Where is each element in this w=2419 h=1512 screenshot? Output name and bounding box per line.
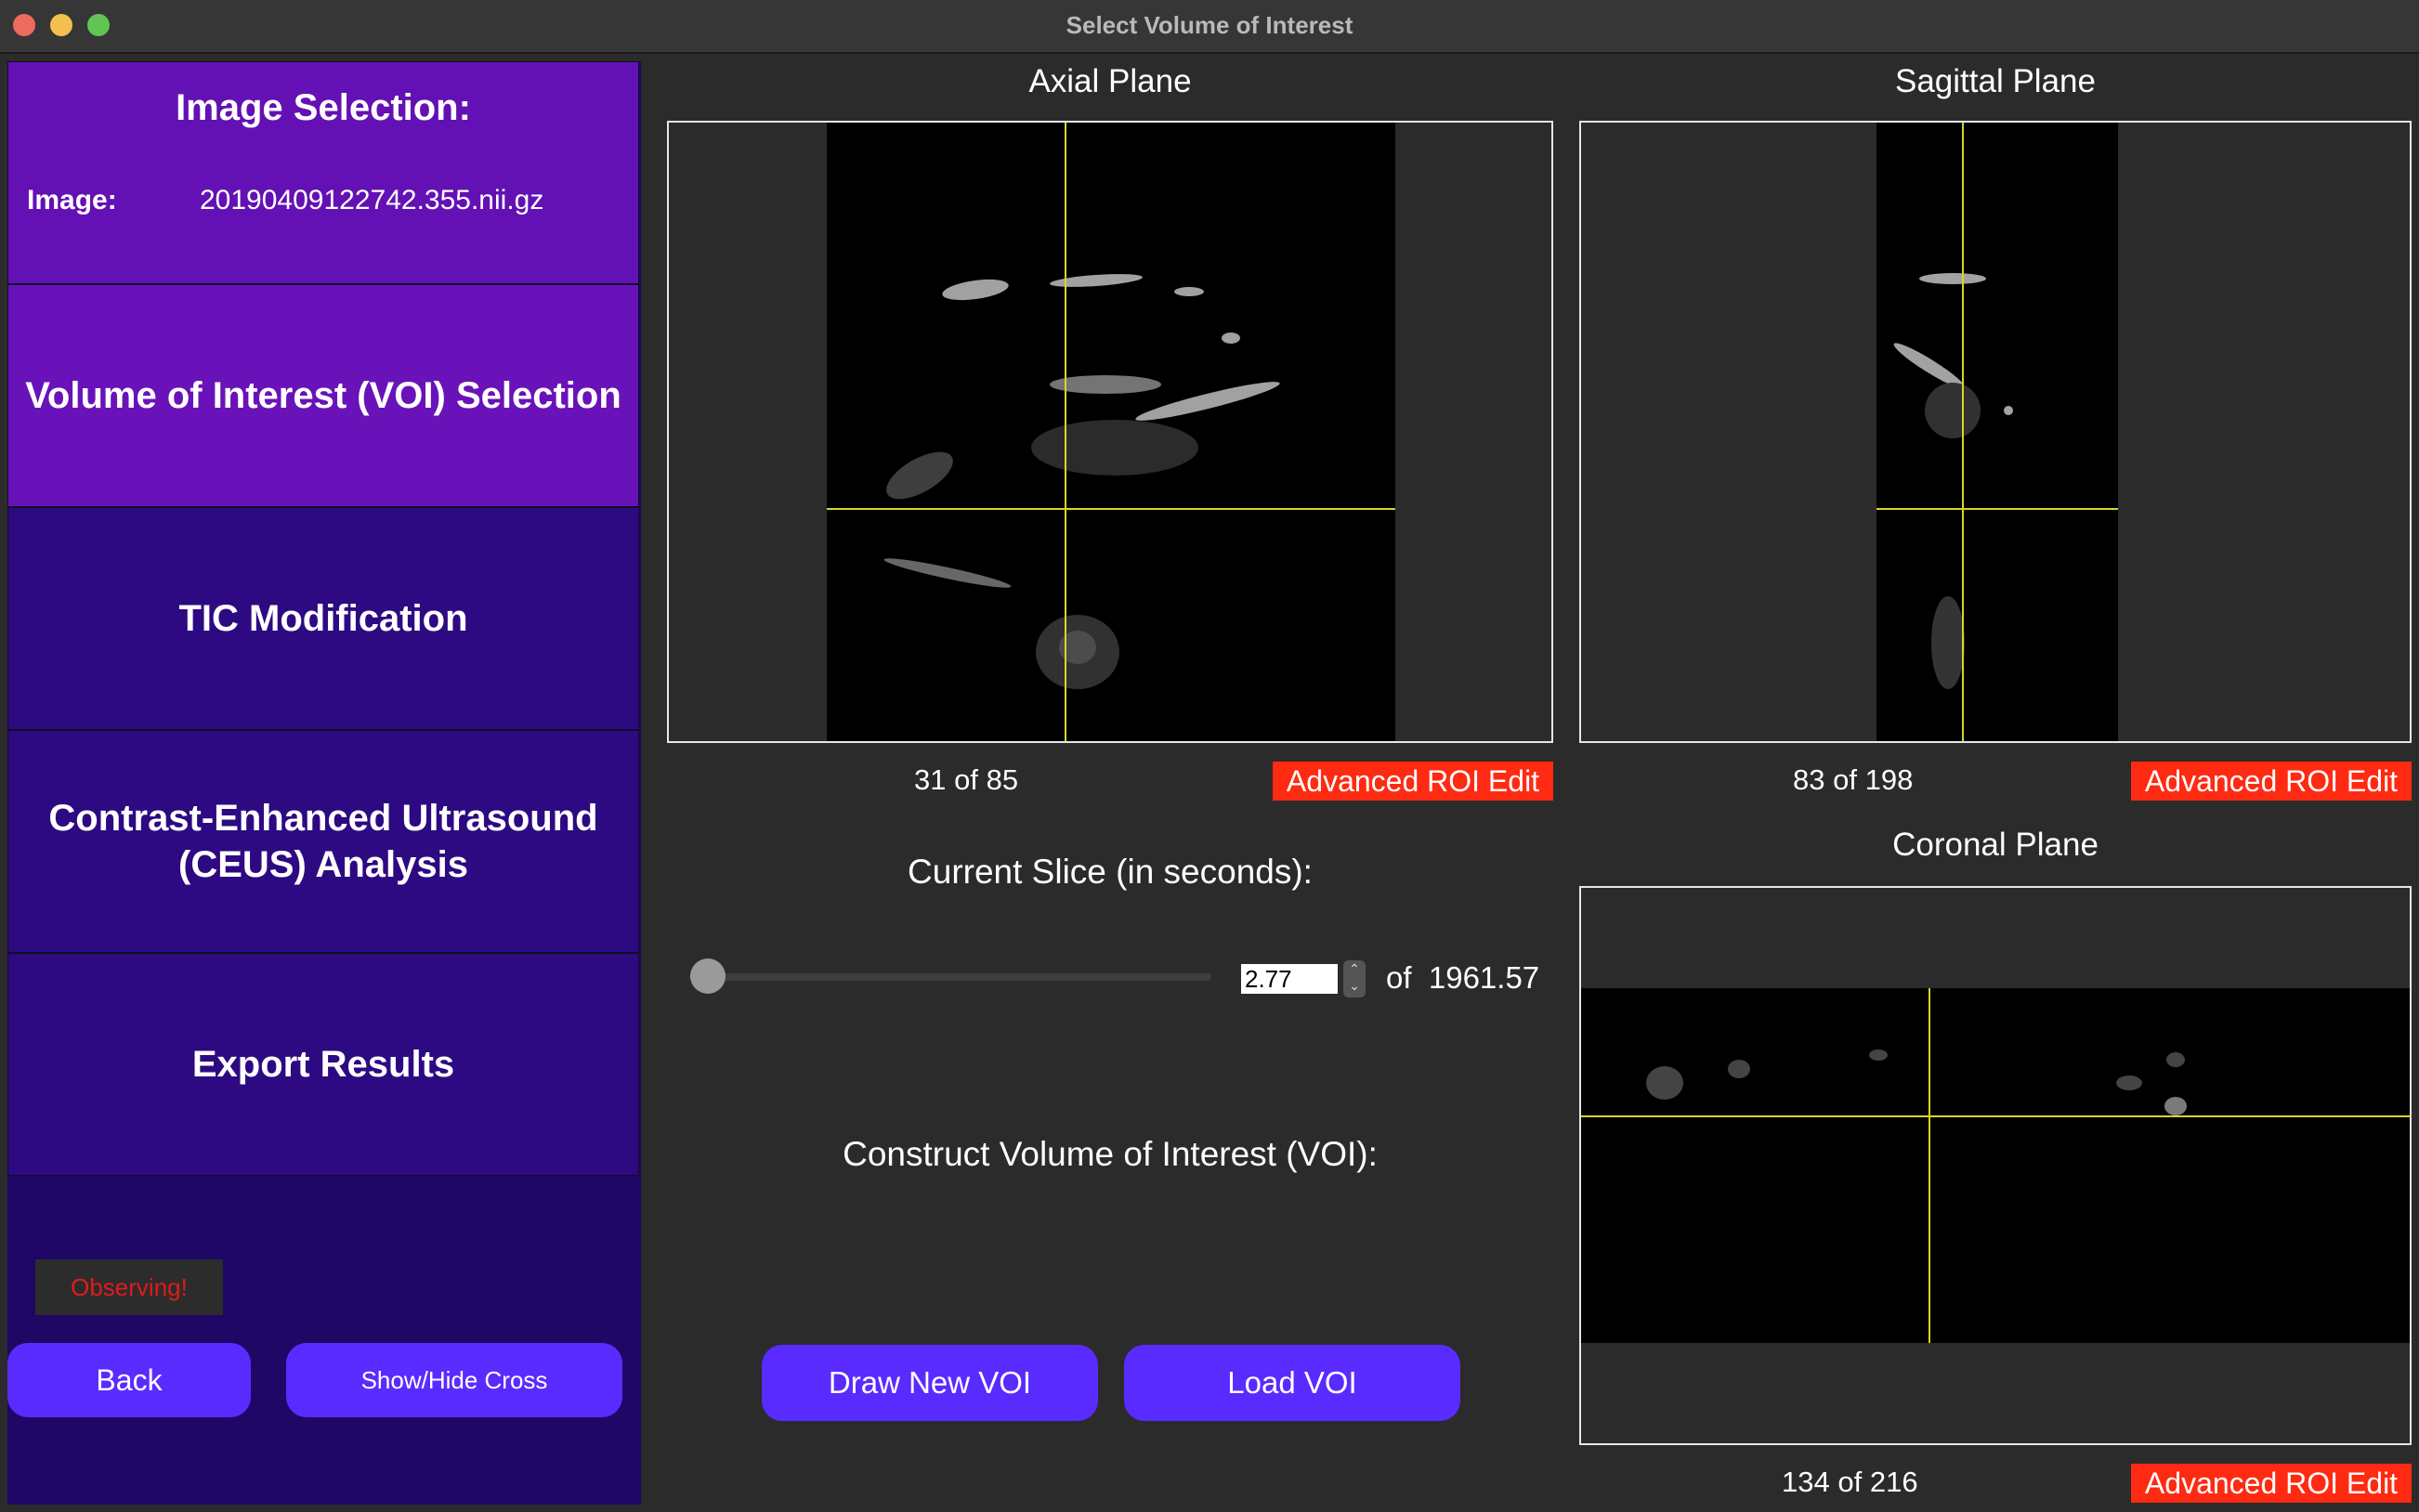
sagittal-plane-title: Sagittal Plane — [1895, 63, 2096, 99]
axial-total-slices: 85 — [986, 763, 1019, 796]
sidebar-item-label: Volume of Interest (VOI) Selection — [25, 375, 621, 416]
image-filename: 20190409122742.355.nii.gz — [200, 185, 544, 215]
sidebar-item-export-results[interactable]: Export Results — [7, 953, 639, 1176]
sagittal-slice-counter: 83 of 198 — [1793, 763, 1913, 797]
back-button[interactable]: Back — [7, 1343, 251, 1417]
sagittal-of-word: of — [1833, 763, 1857, 796]
sagittal-plane-viewer[interactable] — [1579, 121, 2412, 743]
axial-advanced-roi-edit-button[interactable]: Advanced ROI Edit — [1273, 762, 1553, 801]
load-voi-button[interactable]: Load VOI — [1124, 1345, 1460, 1421]
sidebar-item-ceus-analysis[interactable]: Contrast-Enhanced Ultrasound (CEUS) Anal… — [7, 730, 639, 953]
coronal-plane-title: Coronal Plane — [1892, 827, 2099, 863]
construct-voi-label: Construct Volume of Interest (VOI): — [843, 1135, 1378, 1173]
slice-total-seconds: 1961.57 — [1428, 960, 1540, 995]
image-selection-heading: Image Selection: — [176, 87, 471, 128]
coronal-slice-counter: 134 of 216 — [1782, 1466, 1918, 1499]
slice-of-word: of — [1386, 960, 1412, 995]
axial-plane-viewer[interactable] — [667, 121, 1553, 743]
sagittal-total-slices: 198 — [1864, 763, 1914, 796]
title-bar: Select Volume of Interest — [0, 0, 2419, 54]
sidebar: Image Selection: Image: 20190409122742.3… — [7, 61, 641, 1505]
window-title: Select Volume of Interest — [1066, 11, 1353, 39]
coronal-total-slices: 216 — [1869, 1466, 1918, 1498]
draw-new-voi-button[interactable]: Draw New VOI — [762, 1345, 1098, 1421]
coronal-image — [1581, 988, 2410, 1343]
sidebar-item-label: Contrast-Enhanced Ultrasound (CEUS) Anal… — [48, 798, 598, 885]
sidebar-item-label: Export Results — [191, 1044, 455, 1085]
show-hide-cross-button[interactable]: Show/Hide Cross — [286, 1343, 622, 1417]
axial-plane-title: Axial Plane — [1028, 63, 1192, 99]
sagittal-advanced-roi-edit-button[interactable]: Advanced ROI Edit — [2131, 762, 2412, 801]
sidebar-item-label: TIC Modification — [178, 598, 468, 639]
slice-slider-handle[interactable] — [689, 958, 726, 994]
current-slice-label: Current Slice (in seconds): — [908, 853, 1313, 891]
slice-seconds-input[interactable] — [1241, 964, 1338, 994]
up-down-arrows-icon[interactable]: ⌃ ⌄ — [1343, 960, 1366, 997]
sidebar-item-tic-modification[interactable]: TIC Modification — [7, 507, 639, 730]
coronal-advanced-roi-edit-button[interactable]: Advanced ROI Edit — [2131, 1464, 2412, 1503]
axial-current-slice: 31 — [914, 763, 947, 796]
slice-slider-track[interactable] — [689, 973, 1211, 981]
coronal-of-word: of — [1837, 1466, 1863, 1498]
status-badge: Observing! — [35, 1259, 223, 1315]
axial-image — [827, 123, 1395, 741]
axial-slice-counter: 31 of 85 — [914, 763, 1018, 797]
image-label: Image: — [27, 185, 117, 215]
slice-total: of 1961.57 — [1386, 960, 1539, 996]
axial-of-word: of — [954, 763, 978, 796]
sidebar-item-voi-selection[interactable]: Volume of Interest (VOI) Selection — [7, 284, 639, 507]
sagittal-current-slice: 83 — [1793, 763, 1825, 796]
coronal-current-slice: 134 — [1782, 1466, 1830, 1498]
sagittal-image — [1876, 123, 2118, 741]
coronal-plane-viewer[interactable] — [1579, 886, 2412, 1445]
image-selection-panel: Image Selection: Image: 20190409122742.3… — [7, 61, 639, 284]
